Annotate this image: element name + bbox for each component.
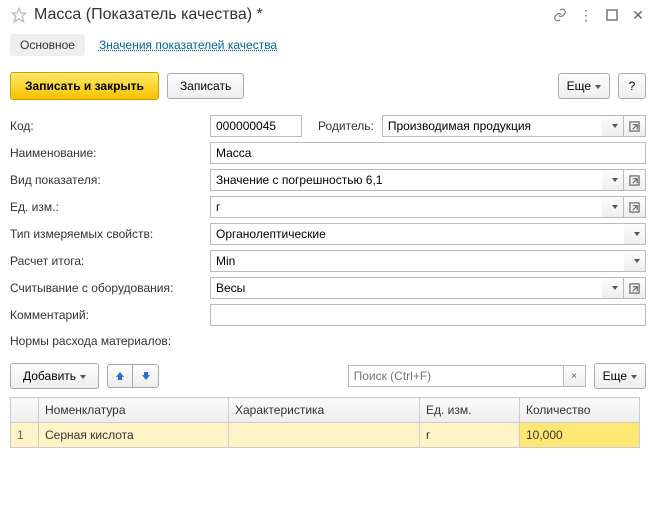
measured-type-dropdown-button[interactable] — [624, 223, 646, 245]
table-row[interactable]: 1 Серная кислота г 10,000 — [11, 423, 640, 448]
move-up-button[interactable] — [107, 364, 133, 388]
save-and-close-button[interactable]: Записать и закрыть — [10, 72, 159, 100]
uom-dropdown-button[interactable] — [602, 196, 624, 218]
cell-rownum: 1 — [11, 423, 39, 448]
move-down-button[interactable] — [133, 364, 159, 388]
save-button[interactable]: Записать — [167, 73, 244, 99]
parent-input[interactable] — [382, 115, 602, 137]
label-name: Наименование: — [10, 146, 210, 160]
label-uom: Ед. изм.: — [10, 200, 210, 214]
tab-main[interactable]: Основное — [10, 34, 85, 56]
label-materials: Нормы расхода материалов: — [10, 334, 171, 348]
label-code: Код: — [10, 119, 210, 133]
link-icon[interactable] — [552, 7, 568, 23]
help-button[interactable]: ? — [618, 73, 646, 99]
calc-input[interactable] — [210, 250, 624, 272]
measured-type-input[interactable] — [210, 223, 624, 245]
label-calc: Расчет итога: — [10, 254, 210, 268]
label-parent: Родитель: — [318, 119, 374, 133]
materials-more-button[interactable]: Еще — [594, 363, 646, 389]
code-input[interactable] — [210, 115, 302, 137]
label-device-read: Считывание с оборудования: — [10, 281, 210, 295]
comment-input[interactable] — [210, 304, 646, 326]
name-input[interactable] — [210, 142, 646, 164]
type-input[interactable] — [210, 169, 602, 191]
type-dropdown-button[interactable] — [602, 169, 624, 191]
search-input[interactable] — [348, 365, 564, 387]
cell-quantity[interactable]: 10,000 — [520, 423, 640, 448]
search-clear-button[interactable]: × — [564, 365, 586, 387]
add-button[interactable]: Добавить — [10, 363, 99, 389]
chevron-down-icon — [595, 85, 601, 89]
uom-open-button[interactable] — [624, 196, 646, 218]
type-open-button[interactable] — [624, 169, 646, 191]
col-quantity[interactable]: Количество — [520, 398, 640, 423]
parent-open-button[interactable] — [624, 115, 646, 137]
cell-uom[interactable]: г — [420, 423, 520, 448]
col-characteristic[interactable]: Характеристика — [229, 398, 420, 423]
chevron-down-icon — [631, 375, 637, 379]
cell-characteristic[interactable] — [229, 423, 420, 448]
page-title: Масса (Показатель качества) * — [34, 6, 552, 24]
device-read-open-button[interactable] — [624, 277, 646, 299]
label-type: Вид показателя: — [10, 173, 210, 187]
uom-input[interactable] — [210, 196, 602, 218]
close-icon[interactable]: ✕ — [630, 7, 646, 23]
favorite-star-icon[interactable] — [10, 6, 28, 24]
calc-dropdown-button[interactable] — [624, 250, 646, 272]
label-comment: Комментарий: — [10, 308, 210, 322]
cell-nomenclature[interactable]: Серная кислота — [39, 423, 229, 448]
device-read-dropdown-button[interactable] — [602, 277, 624, 299]
materials-table: Номенклатура Характеристика Ед. изм. Кол… — [10, 397, 640, 448]
more-button[interactable]: Еще — [558, 73, 610, 99]
col-nomenclature[interactable]: Номенклатура — [39, 398, 229, 423]
col-number[interactable] — [11, 398, 39, 423]
tab-values-link[interactable]: Значения показателей качества — [99, 38, 277, 52]
chevron-down-icon — [80, 375, 86, 379]
parent-dropdown-button[interactable] — [602, 115, 624, 137]
label-measured-type: Тип измеряемых свойств: — [10, 227, 210, 241]
col-uom[interactable]: Ед. изм. — [420, 398, 520, 423]
kebab-menu-icon[interactable]: ⋮ — [578, 7, 594, 23]
device-read-input[interactable] — [210, 277, 602, 299]
window-maximize-icon[interactable] — [604, 7, 620, 23]
